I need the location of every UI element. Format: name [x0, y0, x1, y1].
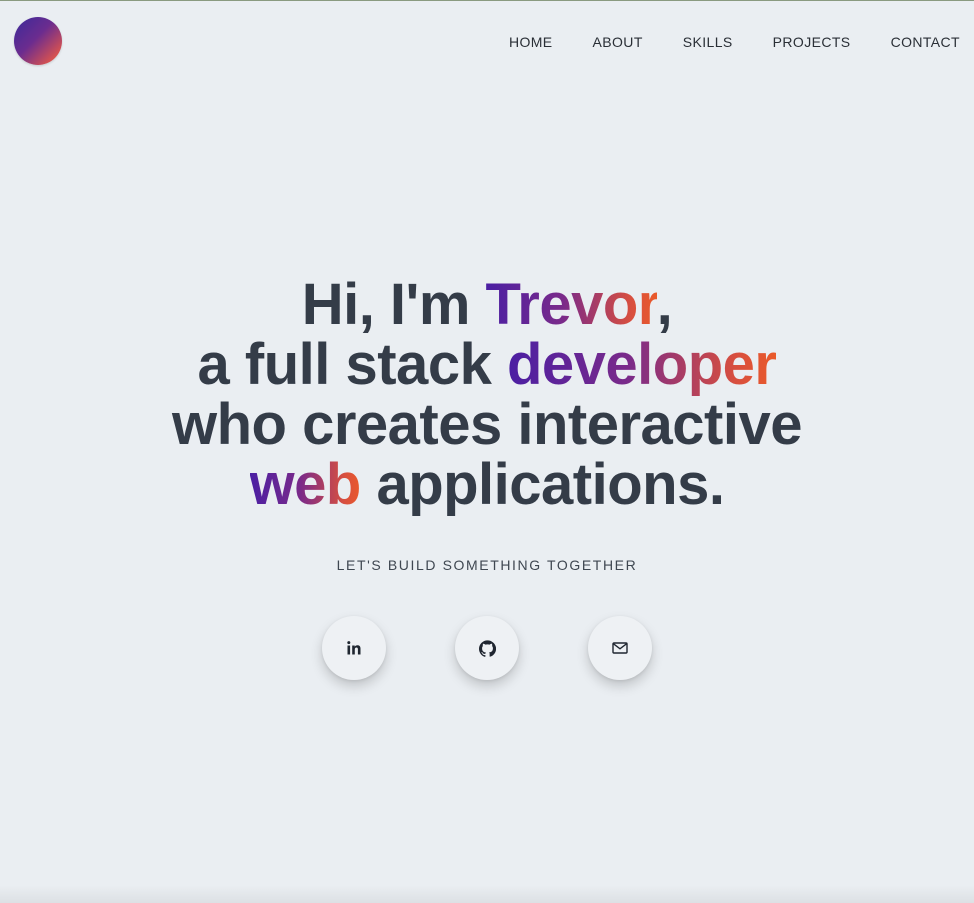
nav-about-link[interactable]: ABOUT [593, 32, 643, 52]
github-icon [478, 639, 496, 657]
hero-headline: Hi, I'm Trevor, a full stack developer w… [0, 275, 974, 515]
linkedin-icon [346, 640, 362, 656]
github-button[interactable] [455, 616, 519, 680]
greeting-comma: , [656, 272, 673, 337]
page: HOME ABOUT SKILLS PROJECTS CONTACT Hi, I… [0, 0, 974, 903]
main-nav: HOME ABOUT SKILLS PROJECTS CONTACT [469, 32, 960, 52]
logo[interactable] [14, 17, 62, 65]
social-links [0, 616, 974, 680]
headline-line-1: Hi, I'm Trevor, [302, 272, 673, 337]
nav-projects-link[interactable]: PROJECTS [773, 32, 851, 52]
headline-line-4: web applications. [250, 452, 725, 517]
email-button[interactable] [588, 616, 652, 680]
nav-home-link[interactable]: HOME [509, 32, 553, 52]
role-highlight: developer [506, 332, 777, 397]
role-prefix-text: a full stack [197, 332, 507, 397]
applications-text: applications. [360, 452, 725, 517]
mail-icon [612, 641, 628, 655]
name-highlight: Trevor [485, 272, 658, 337]
greeting-text: Hi, I'm [301, 272, 486, 337]
headline-line-3: who creates interactive [171, 392, 803, 457]
web-highlight: web [249, 452, 362, 517]
headline-line-2: a full stack developer [198, 332, 777, 397]
linkedin-button[interactable] [322, 616, 386, 680]
nav-skills-link[interactable]: SKILLS [683, 32, 733, 52]
nav-contact-link[interactable]: CONTACT [891, 32, 960, 52]
hero-tagline: LET'S BUILD SOMETHING TOGETHER [336, 557, 638, 573]
hero: Hi, I'm Trevor, a full stack developer w… [0, 275, 974, 515]
